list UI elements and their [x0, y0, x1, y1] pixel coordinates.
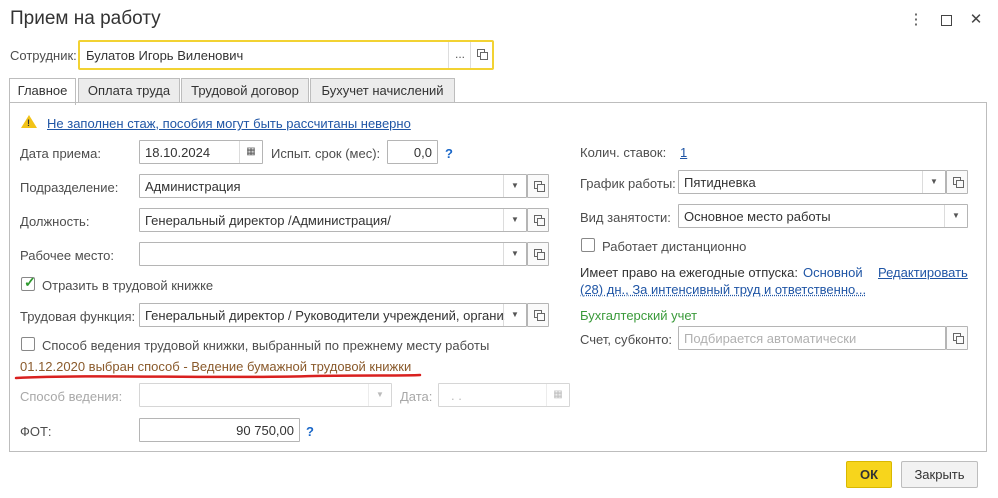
department-open-button[interactable]: [527, 174, 549, 198]
schedule-value: Пятидневка: [684, 175, 756, 190]
department-value: Администрация: [145, 179, 241, 194]
tab-payment[interactable]: Оплата труда: [78, 78, 180, 103]
position-open-button[interactable]: [527, 208, 549, 232]
workplace-field[interactable]: ▼: [139, 242, 527, 266]
tab-labor-contract[interactable]: Трудовой договор: [181, 78, 309, 103]
fot-field[interactable]: 90 750,00: [139, 418, 300, 442]
probation-field[interactable]: 0,0: [387, 140, 438, 164]
department-label: Подразделение:: [20, 180, 119, 195]
labor-function-open-button[interactable]: [527, 303, 549, 327]
schedule-open-button[interactable]: [946, 170, 968, 194]
window-title: Прием на работу: [10, 8, 161, 29]
calendar-icon[interactable]: ▦: [546, 384, 569, 406]
calendar-icon[interactable]: ▦: [239, 141, 262, 163]
edit-vacation-link[interactable]: Редактировать: [878, 265, 968, 280]
close-icon[interactable]: ✕: [966, 10, 986, 30]
more-menu-icon[interactable]: ⋮: [906, 10, 926, 30]
workplace-label: Рабочее место:: [20, 248, 115, 263]
fot-help-icon[interactable]: ?: [306, 424, 314, 439]
account-open-button[interactable]: [946, 326, 968, 350]
remote-checkbox[interactable]: [581, 238, 595, 252]
hire-date-value: 18.10.2024: [145, 145, 211, 160]
chevron-down-icon[interactable]: ▼: [503, 304, 526, 326]
vacation-value-line1[interactable]: Основной: [803, 265, 863, 280]
department-field[interactable]: Администрация ▼: [139, 174, 527, 198]
employment-type-label: Вид занятости:: [580, 210, 671, 225]
maximize-icon[interactable]: [936, 10, 956, 30]
labor-function-value: Генеральный директор / Руководители учре…: [145, 308, 505, 323]
probation-label: Испыт. срок (мес):: [271, 146, 381, 161]
close-button[interactable]: Закрыть: [901, 461, 978, 488]
date-label: Дата:: [400, 389, 433, 404]
chevron-down-icon[interactable]: ▼: [503, 209, 526, 231]
workbook-reflect-label: Отразить в трудовой книжке: [42, 278, 214, 293]
accounting-section-header: Бухгалтерский учет: [580, 308, 698, 323]
labor-function-field[interactable]: Генеральный директор / Руководители учре…: [139, 303, 527, 327]
chevron-down-icon[interactable]: ▼: [944, 205, 967, 227]
chevron-down-icon[interactable]: ▼: [922, 171, 945, 193]
employee-field[interactable]: Булатов Игорь Виленович ...: [78, 40, 494, 70]
vacation-value-line2[interactable]: (28) дн., За интенсивный труд и ответств…: [580, 282, 866, 297]
workplace-open-button[interactable]: [527, 242, 549, 266]
chevron-down-icon[interactable]: ▼: [503, 175, 526, 197]
account-field[interactable]: Подбирается автоматически: [678, 326, 946, 350]
warning-link[interactable]: Не заполнен стаж, пособия могут быть рас…: [47, 116, 411, 131]
position-field[interactable]: Генеральный директор /Администрация/ ▼: [139, 208, 527, 232]
checkmark-icon: ✓: [24, 274, 36, 290]
employee-select-button[interactable]: ...: [448, 42, 471, 68]
rates-label: Колич. ставок:: [580, 145, 667, 160]
fot-value: 90 750,00: [236, 423, 294, 438]
employee-label: Сотрудник:: [10, 48, 77, 63]
tab-accrual-accounting[interactable]: Бухучет начислений: [310, 78, 455, 103]
schedule-label: График работы:: [580, 176, 676, 191]
chevron-down-icon[interactable]: ▼: [368, 384, 391, 406]
labor-function-label: Трудовая функция:: [20, 309, 136, 324]
rates-link[interactable]: 1: [680, 145, 687, 160]
employee-value: Булатов Игорь Виленович: [86, 48, 244, 63]
schedule-field[interactable]: Пятидневка ▼: [678, 170, 946, 194]
chevron-down-icon[interactable]: ▼: [503, 243, 526, 265]
hire-date-label: Дата приема:: [20, 146, 101, 161]
remote-label: Работает дистанционно: [602, 239, 747, 254]
ok-button[interactable]: ОК: [846, 461, 892, 488]
keeping-method-label: Способ ведения:: [20, 389, 123, 404]
date-value: . .: [451, 388, 462, 403]
fot-label: ФОТ:: [20, 424, 52, 439]
date-field[interactable]: . . ▦: [438, 383, 570, 407]
vacation-label: Имеет право на ежегодные отпуска:: [580, 265, 798, 280]
employee-open-button[interactable]: [470, 42, 493, 68]
keeping-method-field[interactable]: ▼: [139, 383, 392, 407]
employment-type-value: Основное место работы: [684, 209, 831, 224]
probation-value: 0,0: [413, 145, 432, 160]
probation-help-icon[interactable]: ?: [445, 146, 453, 161]
tab-main[interactable]: Главное: [9, 78, 76, 105]
account-label: Счет, субконто:: [580, 332, 673, 347]
workbook-method-label: Способ ведения трудовой книжки, выбранны…: [42, 338, 490, 353]
account-placeholder: Подбирается автоматически: [684, 331, 857, 346]
position-value: Генеральный директор /Администрация/: [145, 213, 391, 228]
workbook-reflect-checkbox[interactable]: ✓: [21, 274, 36, 291]
hire-date-field[interactable]: 18.10.2024 ▦: [139, 140, 263, 164]
employment-type-field[interactable]: Основное место работы ▼: [678, 204, 968, 228]
position-label: Должность:: [20, 214, 90, 229]
workbook-method-checkbox[interactable]: [21, 337, 35, 351]
red-underline-annotation: [14, 373, 422, 380]
